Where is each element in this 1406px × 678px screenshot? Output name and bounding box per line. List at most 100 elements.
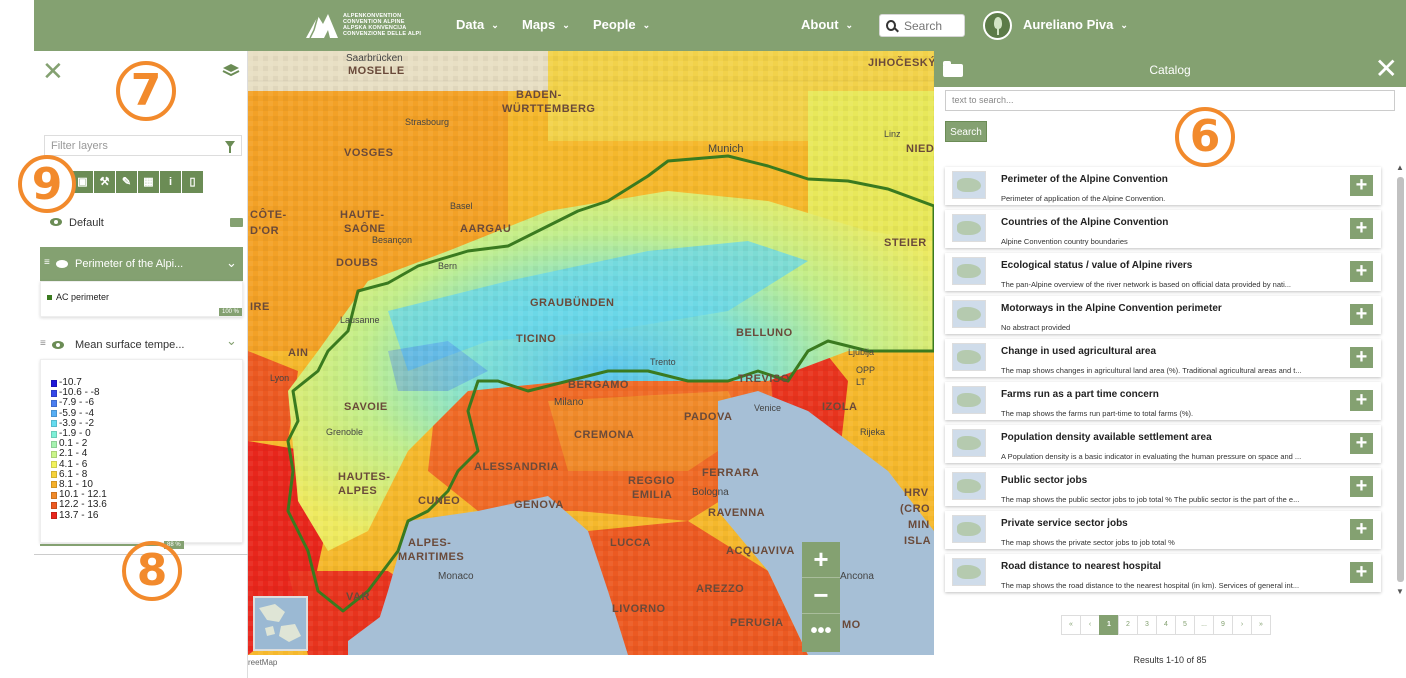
add-layer-button[interactable]: + (1350, 261, 1373, 282)
map-label: GRAUBÜNDEN (530, 297, 615, 309)
user-name: Aureliano Piva (1023, 17, 1114, 32)
alpine-convention-logo[interactable]: ALPENKONVENTION CONVENTION ALPINE ALPSKA… (304, 10, 474, 40)
catalog-search-input[interactable]: text to search... (945, 90, 1395, 111)
layer-group-default[interactable]: Default (34, 214, 248, 238)
catalog-record[interactable]: Population density available settlement … (945, 425, 1381, 463)
catalog-record[interactable]: Motorways in the Alpine Convention perim… (945, 296, 1381, 334)
style-brush-icon[interactable]: ✎ (116, 171, 138, 193)
more-tools-button[interactable]: ••• (802, 614, 840, 650)
layer-temperature-header[interactable]: ≡ Mean surface tempe... ⌄ (40, 331, 243, 359)
drag-handle-icon[interactable]: ≡ (40, 338, 46, 349)
map-label: LUCCA (610, 537, 651, 549)
catalog-record[interactable]: Public sector jobs The map shows the publ… (945, 468, 1381, 506)
record-title[interactable]: Motorways in the Alpine Convention perim… (1001, 303, 1222, 314)
filter-icon[interactable] (225, 141, 235, 153)
legend-swatch (51, 379, 57, 387)
drag-handle-icon[interactable]: ≡ (44, 257, 50, 268)
pagination-button[interactable]: « (1061, 615, 1081, 635)
record-title[interactable]: Ecological status / value of Alpine rive… (1001, 260, 1192, 271)
record-title[interactable]: Perimeter of the Alpine Convention (1001, 174, 1168, 185)
zoom-in-button[interactable]: + (802, 542, 840, 578)
add-layer-button[interactable]: + (1350, 175, 1373, 196)
catalog-search-button[interactable]: Search (945, 121, 987, 142)
catalog-scrollbar[interactable]: ▲ ▼ (1394, 163, 1406, 601)
legend-swatch (51, 420, 57, 428)
record-title[interactable]: Countries of the Alpine Convention (1001, 217, 1168, 228)
visibility-eye-icon[interactable] (56, 260, 68, 268)
add-layer-button[interactable]: + (1350, 304, 1373, 325)
pagination-button[interactable]: 4 (1156, 615, 1176, 635)
delete-trash-icon[interactable]: ▯ (182, 171, 204, 193)
layers-icon[interactable] (222, 63, 240, 77)
catalog-record[interactable]: Farms run as a part time concern The map … (945, 382, 1381, 420)
map-label: Linz (884, 129, 901, 139)
legend-swatch (51, 512, 57, 520)
map-label: FERRARA (702, 467, 760, 479)
map-label: D'OR (250, 225, 280, 237)
attribute-table-icon[interactable]: ▦ (138, 171, 160, 193)
chevron-down-icon[interactable]: ⌄ (226, 255, 237, 271)
overview-map[interactable] (253, 596, 308, 651)
user-avatar[interactable] (983, 11, 1012, 40)
record-title[interactable]: Private service sector jobs (1001, 518, 1128, 529)
add-layer-button[interactable]: + (1350, 562, 1373, 583)
map-label: ACQUAVIVA (726, 545, 795, 557)
layer-perimeter-header[interactable]: ≡ Perimeter of the Alpi... ⌄ (40, 247, 243, 281)
legend-swatch (51, 430, 57, 438)
add-layer-button[interactable]: + (1350, 390, 1373, 411)
record-title[interactable]: Population density available settlement … (1001, 432, 1212, 443)
pagination-button[interactable]: 2 (1118, 615, 1138, 635)
catalog-record[interactable]: Private service sector jobs The map shows… (945, 511, 1381, 549)
pagination-button[interactable]: › (1232, 615, 1252, 635)
scroll-down-icon[interactable]: ▼ (1396, 587, 1404, 596)
nav-about-menu[interactable]: About ⌄ (801, 17, 853, 32)
nav-maps-menu[interactable]: Maps ⌄ (522, 17, 570, 32)
scroll-thumb[interactable] (1397, 177, 1404, 582)
catalog-record[interactable]: Road distance to nearest hospital The map… (945, 554, 1381, 592)
catalog-record[interactable]: Change in used agricultural area The map … (945, 339, 1381, 377)
close-icon[interactable]: ✕ (1375, 55, 1398, 83)
record-title[interactable]: Public sector jobs (1001, 475, 1087, 486)
record-title[interactable]: Farms run as a part time concern (1001, 389, 1159, 400)
visibility-eye-icon[interactable] (52, 341, 64, 349)
nav-people-menu[interactable]: People ⌄ (593, 17, 650, 32)
map-label: EMILIA (632, 489, 673, 501)
catalog-record[interactable]: Perimeter of the Alpine Convention Perime… (945, 167, 1381, 205)
record-description: The map shows the farms run part-time to… (1001, 409, 1194, 418)
pagination-button[interactable]: ‹ (1080, 615, 1100, 635)
record-title[interactable]: Road distance to nearest hospital (1001, 561, 1161, 572)
pagination-button[interactable]: 9 (1213, 615, 1233, 635)
scroll-up-icon[interactable]: ▲ (1396, 163, 1404, 172)
folder-open-icon[interactable] (230, 218, 243, 227)
info-icon[interactable]: i (160, 171, 182, 193)
record-title[interactable]: Change in used agricultural area (1001, 346, 1156, 357)
close-panel-icon[interactable]: ✕ (42, 58, 64, 84)
map-label: Lausanne (340, 315, 380, 325)
catalog-record[interactable]: Ecological status / value of Alpine rive… (945, 253, 1381, 291)
zoom-out-button[interactable]: − (802, 578, 840, 614)
user-menu[interactable]: Aureliano Piva ⌄ (1023, 17, 1128, 32)
map-label: PADOVA (684, 411, 733, 423)
add-layer-button[interactable]: + (1350, 218, 1373, 239)
map-canvas[interactable]: Saarbrücken MOSELLE JIHOČESKÝ BADEN- WÜR… (248, 51, 934, 655)
filter-layers-input[interactable]: Filter layers (44, 135, 242, 156)
global-search-box[interactable] (879, 14, 965, 37)
add-layer-button[interactable]: + (1350, 476, 1373, 497)
add-layer-button[interactable]: + (1350, 347, 1373, 368)
visibility-eye-icon[interactable] (50, 218, 62, 226)
add-layer-button[interactable]: + (1350, 519, 1373, 540)
pagination-button[interactable]: 1 (1099, 615, 1119, 635)
map-label: Ljublja (848, 347, 875, 357)
pagination-button[interactable]: » (1251, 615, 1271, 635)
nav-data-menu[interactable]: Data ⌄ (456, 17, 499, 32)
global-search-input[interactable] (904, 18, 964, 33)
add-layer-button[interactable]: + (1350, 433, 1373, 454)
pagination-button[interactable]: 3 (1137, 615, 1157, 635)
catalog-record[interactable]: Countries of the Alpine Convention Alpine… (945, 210, 1381, 248)
pagination-button[interactable]: 5 (1175, 615, 1195, 635)
settings-wrench-icon[interactable]: ⚒ (94, 171, 116, 193)
chevron-down-icon[interactable]: ⌄ (226, 333, 237, 349)
pagination-button[interactable]: ... (1194, 615, 1214, 635)
map-label: Grenoble (326, 427, 364, 437)
nav-maps-label: Maps (522, 17, 556, 32)
